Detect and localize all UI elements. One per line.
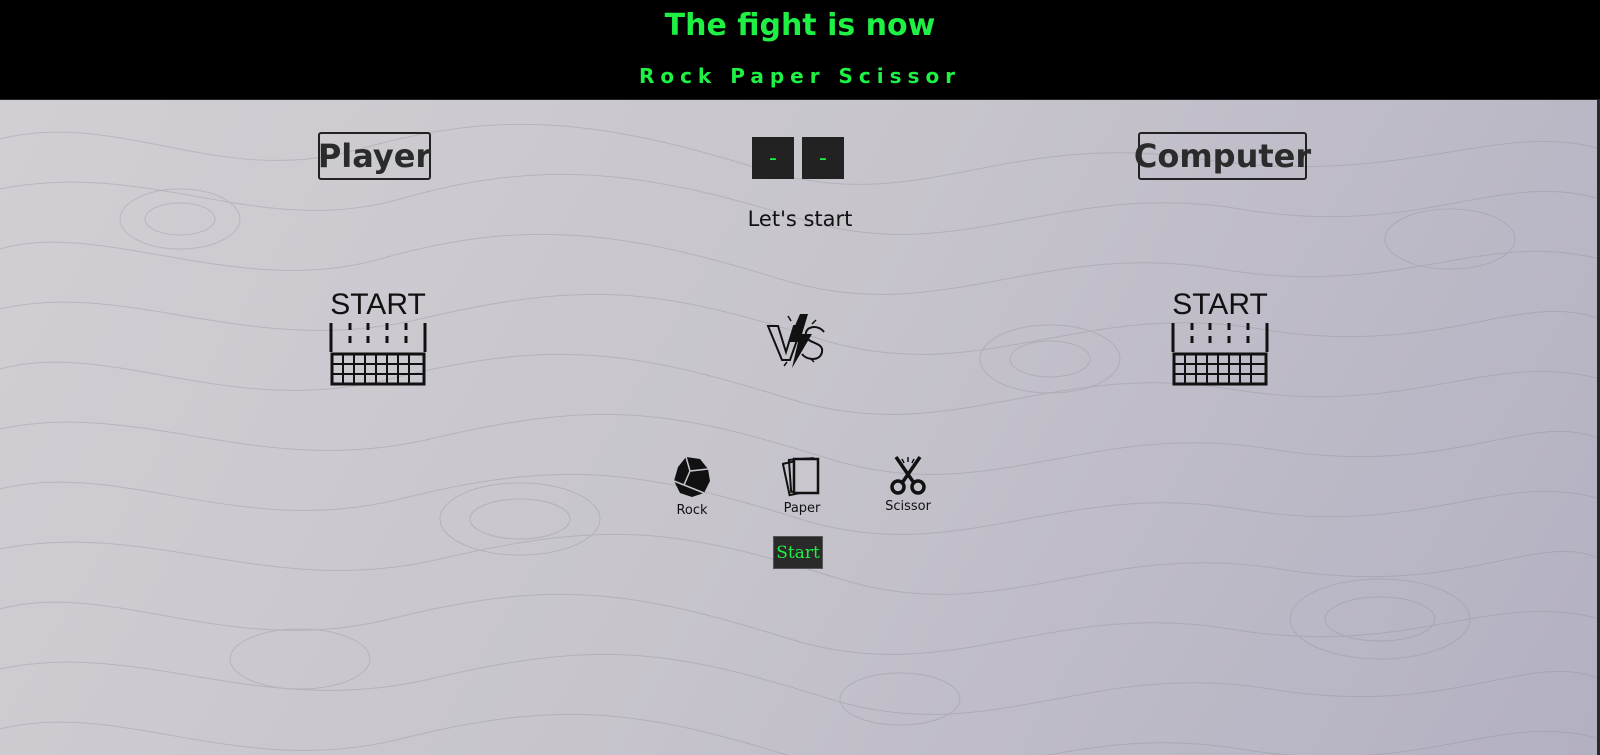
computer-choice-image: START	[1170, 288, 1270, 394]
page-header: The fight is now Rock Paper Scissor	[0, 0, 1600, 100]
versus-lightning-icon	[766, 314, 825, 368]
page-subtitle: Rock Paper Scissor	[638, 64, 962, 88]
computer-score: -	[802, 137, 844, 179]
rock-icon	[673, 456, 710, 497]
computer-label: Computer	[1134, 132, 1311, 180]
rock-label: Rock	[676, 503, 708, 518]
paper-label: Paper	[783, 501, 821, 516]
scissor-option[interactable]: Scissor	[868, 455, 948, 514]
player-score: -	[752, 137, 794, 179]
paper-option[interactable]: Paper	[762, 455, 842, 516]
rock-option[interactable]: Rock	[652, 455, 732, 518]
status-message: Let's start	[747, 207, 853, 231]
page-title: The fight is now	[664, 8, 936, 43]
player-label: Player	[318, 132, 431, 180]
topographic-background	[0, 123, 1600, 755]
paper-icon	[782, 457, 820, 497]
player-choice-image: START	[328, 288, 428, 394]
start-image-text: START	[1172, 288, 1268, 321]
start-image-text: START	[330, 288, 426, 321]
start-button[interactable]: Start	[773, 536, 823, 569]
scissor-icon	[890, 456, 926, 495]
scissor-label: Scissor	[885, 499, 931, 514]
